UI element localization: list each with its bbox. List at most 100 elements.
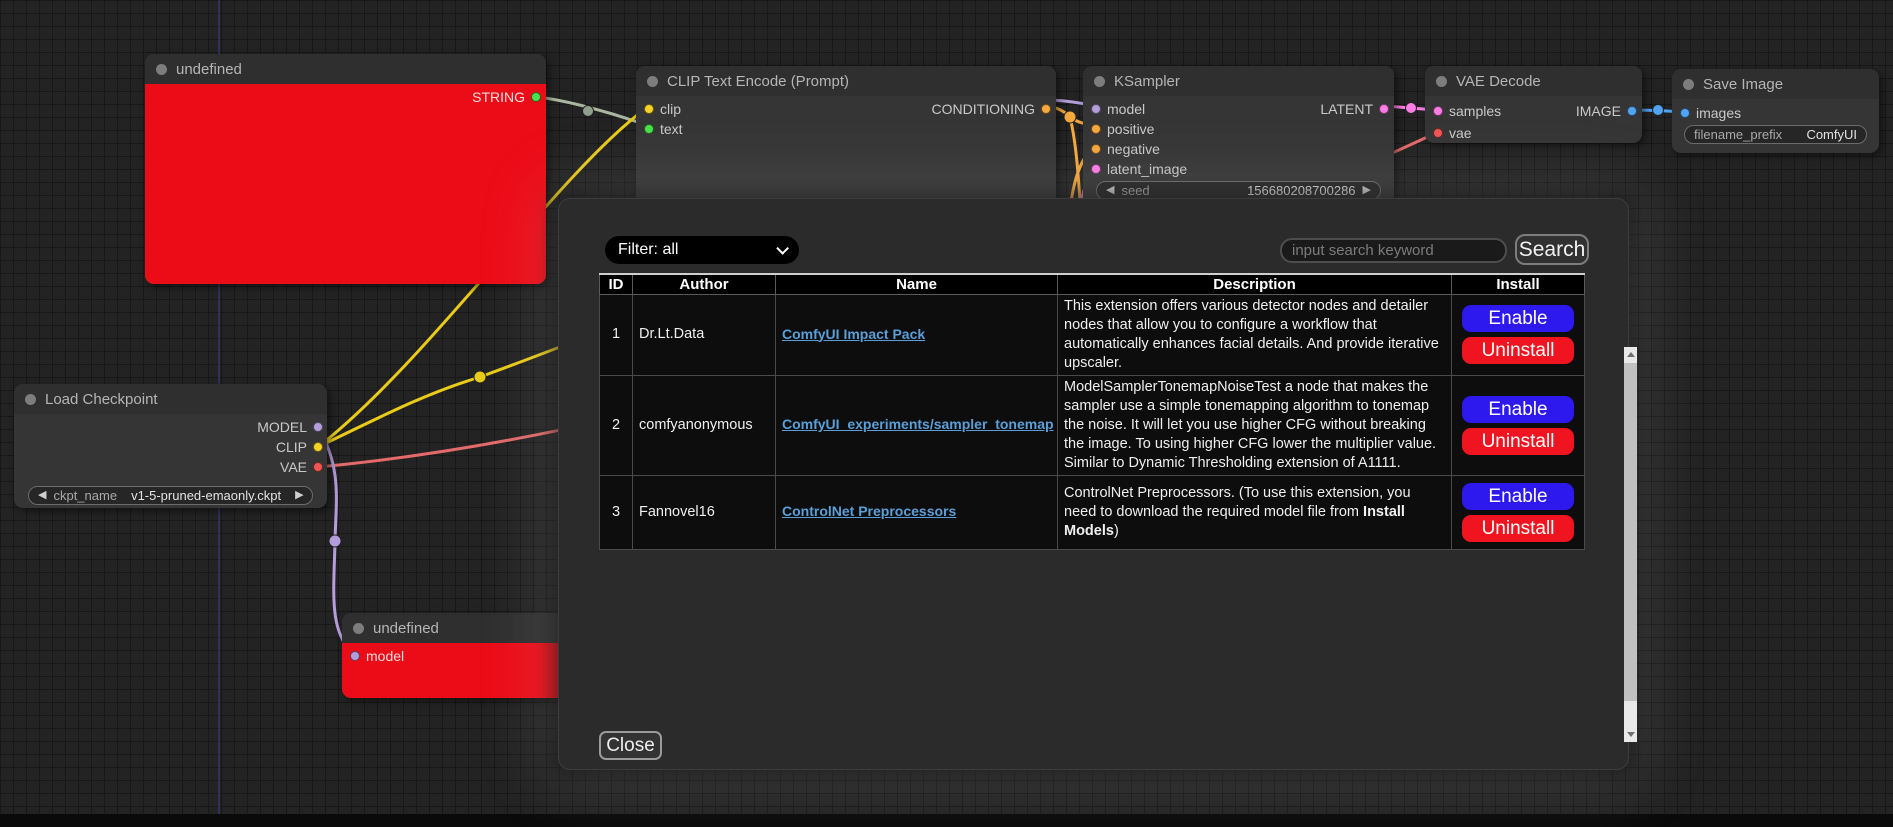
node-body: STRING [145, 84, 546, 284]
filter-select-value: Filter: all [618, 241, 678, 259]
uninstall-button[interactable]: Uninstall [1462, 428, 1574, 455]
slot-label-latent: LATENT [1320, 101, 1373, 117]
reroute-dot[interactable] [1653, 105, 1664, 116]
node-title: KSampler [1114, 73, 1180, 90]
node-status-dot-icon [1436, 76, 1447, 87]
widget-label: seed [1121, 183, 1149, 198]
input-row: text [636, 119, 1056, 139]
scrollbar-up-icon[interactable] [1624, 347, 1637, 362]
widget-value[interactable]: 156680208700286 [1247, 183, 1355, 198]
cell-author: Dr.Lt.Data [633, 294, 776, 375]
node-body: MODEL CLIP VAE ◀ ckpt_name v1-5-pruned-e… [14, 414, 327, 508]
node-title: undefined [373, 620, 439, 637]
uninstall-button[interactable]: Uninstall [1462, 515, 1574, 542]
reroute-dot[interactable] [329, 535, 341, 547]
header-author: Author [633, 274, 776, 294]
slot-dot-latent[interactable] [1379, 104, 1389, 114]
slot-label-image: IMAGE [1576, 103, 1621, 119]
table-row: 2 comfyanonymous ComfyUI_experiments/sam… [600, 375, 1585, 475]
filter-select[interactable]: Filter: all [605, 236, 799, 264]
slot-label-model-in: model [366, 648, 404, 664]
enable-button[interactable]: Enable [1462, 483, 1574, 510]
node-status-dot-icon [1683, 79, 1694, 90]
extension-link[interactable]: ComfyUI Impact Pack [782, 326, 925, 342]
slot-dot-image[interactable] [1627, 106, 1637, 116]
node-ksampler[interactable]: KSampler model positive negative latent_… [1083, 66, 1394, 206]
enable-button[interactable]: Enable [1462, 305, 1574, 332]
extension-link[interactable]: ControlNet Preprocessors [782, 503, 956, 519]
output-row: STRING [145, 87, 546, 107]
node-status-dot-icon [156, 64, 167, 75]
extension-link[interactable]: ComfyUI_experiments/sampler_tonemap [782, 416, 1054, 432]
scrollbar-thumb[interactable] [1624, 363, 1637, 701]
scrollbar-down-icon[interactable] [1624, 727, 1637, 742]
slot-label-negative: negative [1107, 141, 1160, 157]
output-row: CLIP [14, 437, 327, 457]
node-load-checkpoint[interactable]: Load Checkpoint MODEL CLIP VAE ◀ ckpt_na… [14, 384, 327, 508]
input-row: vae [1425, 122, 1642, 144]
widget-value[interactable]: v1-5-pruned-emaonly.ckpt [131, 488, 281, 503]
node-titlebar[interactable]: VAE Decode [1425, 66, 1642, 96]
node-status-dot-icon [647, 76, 658, 87]
widget-arrow-right-icon[interactable]: ▶ [295, 490, 303, 501]
input-row: images [1672, 102, 1879, 124]
cell-install: Enable Uninstall [1452, 294, 1585, 375]
node-vae-decode[interactable]: VAE Decode samples vae IMAGE [1425, 66, 1642, 143]
node-titlebar[interactable]: KSampler [1083, 66, 1394, 96]
slot-dot-vae-out[interactable] [313, 462, 323, 472]
node-title: CLIP Text Encode (Prompt) [667, 73, 849, 90]
reroute-dot[interactable] [1406, 103, 1417, 114]
node-body: model positive negative latent_image LAT… [1083, 96, 1394, 206]
slot-dot-images[interactable] [1680, 108, 1690, 118]
cell-id: 3 [600, 475, 633, 549]
extensions-table: ID Author Name Description Install 1 Dr.… [599, 273, 1585, 550]
slot-dot-latent-image[interactable] [1091, 164, 1101, 174]
close-button[interactable]: Close [599, 731, 662, 760]
slot-dot-text[interactable] [644, 124, 654, 134]
node-title: Save Image [1703, 76, 1783, 93]
node-titlebar[interactable]: Save Image [1672, 69, 1879, 99]
widget-arrow-left-icon[interactable]: ◀ [38, 490, 46, 501]
filename-prefix-widget[interactable]: filename_prefix ComfyUI [1684, 125, 1867, 144]
node-undefined-top[interactable]: undefined STRING [145, 54, 546, 284]
enable-button[interactable]: Enable [1462, 396, 1574, 423]
chevron-down-icon [776, 242, 789, 255]
slot-dot-model-in[interactable] [350, 651, 360, 661]
reroute-dot[interactable] [1064, 111, 1076, 123]
slot-dot-positive[interactable] [1091, 124, 1101, 134]
slot-dot-vae[interactable] [1433, 128, 1443, 138]
table-header-row: ID Author Name Description Install [600, 274, 1585, 294]
cell-id: 2 [600, 375, 633, 475]
reroute-dot[interactable] [583, 106, 594, 117]
node-save-image[interactable]: Save Image images filename_prefix ComfyU… [1672, 69, 1879, 153]
node-titlebar[interactable]: undefined [145, 54, 546, 84]
slot-dot-string[interactable] [531, 92, 541, 102]
output-row: VAE [14, 457, 327, 477]
cell-id: 1 [600, 294, 633, 375]
ckpt-name-widget[interactable]: ◀ ckpt_name v1-5-pruned-emaonly.ckpt ▶ [28, 486, 313, 505]
slot-label-positive: positive [1107, 121, 1154, 137]
widget-label: filename_prefix [1694, 127, 1782, 142]
node-titlebar[interactable]: CLIP Text Encode (Prompt) [636, 66, 1056, 96]
custom-nodes-manager-dialog: Filter: all Search ID Author Name Descri… [558, 198, 1629, 770]
widget-value[interactable]: ComfyUI [1806, 127, 1857, 142]
cell-author: comfyanonymous [633, 375, 776, 475]
slot-dot-negative[interactable] [1091, 144, 1101, 154]
node-titlebar[interactable]: Load Checkpoint [14, 384, 327, 414]
table-row: 1 Dr.Lt.Data ComfyUI Impact Pack This ex… [600, 294, 1585, 375]
extensions-table-wrap: ID Author Name Description Install 1 Dr.… [599, 273, 1597, 668]
search-input[interactable] [1280, 238, 1507, 263]
slot-label-model-out: MODEL [257, 419, 307, 435]
cell-author: Fannovel16 [633, 475, 776, 549]
slot-dot-model-out[interactable] [313, 422, 323, 432]
reroute-dot[interactable] [474, 371, 486, 383]
table-scrollbar[interactable] [1624, 347, 1637, 742]
widget-arrow-left-icon[interactable]: ◀ [1106, 185, 1114, 196]
node-status-dot-icon [353, 623, 364, 634]
widget-arrow-right-icon[interactable]: ▶ [1363, 185, 1371, 196]
slot-dot-conditioning[interactable] [1041, 104, 1051, 114]
uninstall-button[interactable]: Uninstall [1462, 337, 1574, 364]
input-row: positive [1083, 119, 1394, 139]
slot-dot-clip-out[interactable] [313, 442, 323, 452]
search-button[interactable]: Search [1515, 234, 1589, 265]
